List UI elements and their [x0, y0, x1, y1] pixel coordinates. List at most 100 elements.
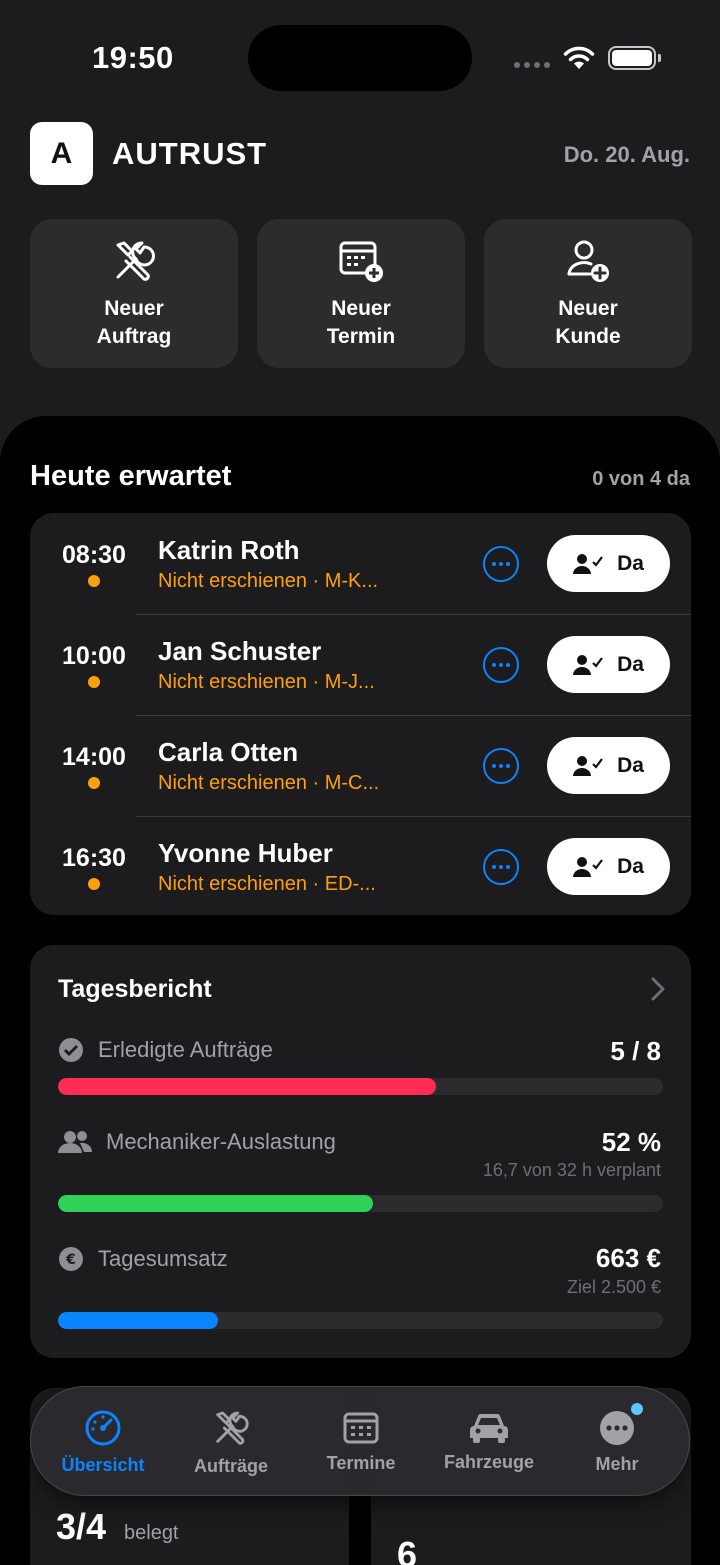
tab-label: Fahrzeuge — [443, 1451, 535, 1472]
checkin-label: Da — [617, 551, 644, 575]
tab-appointments[interactable]: Termine — [295, 1387, 427, 1497]
status-dot — [88, 575, 100, 587]
notification-badge — [631, 1403, 643, 1415]
app-title: AUTRUST — [112, 136, 268, 171]
today-count: 0 von 4 da — [592, 468, 690, 490]
tools-icon — [116, 241, 155, 281]
daily-report-card[interactable]: Tagesbericht Erledigte Aufträge 5 / 8 Me… — [30, 945, 691, 1358]
checkmark-circle-icon — [59, 1038, 83, 1062]
stat-value: 6 — [397, 1534, 418, 1565]
metric-value: 663 € — [595, 1243, 661, 1273]
list-item[interactable]: 10:00 Jan Schuster Nicht erschienen · M-… — [30, 614, 691, 715]
list-item[interactable]: 16:30 Yvonne Huber Nicht erschienen · ED… — [30, 816, 691, 915]
appointment-time: 16:30 — [62, 844, 126, 872]
person-check-icon — [573, 755, 603, 776]
tab-orders[interactable]: Aufträge — [165, 1387, 297, 1497]
checkin-button[interactable]: Da — [547, 636, 670, 693]
status-dot — [88, 878, 100, 890]
checkin-button[interactable]: Da — [547, 535, 670, 592]
metric-label: Mechaniker-Auslastung — [106, 1129, 336, 1154]
new-order-label: Neuer Auftrag — [96, 296, 172, 348]
metric-completed: Erledigte Aufträge — [58, 1037, 273, 1063]
appointment-status: Nicht erschienen · M-K... — [158, 570, 379, 592]
progress-bar — [58, 1312, 663, 1329]
status-dot — [88, 777, 100, 789]
appointment-status: Nicht erschienen · M-C... — [158, 772, 380, 794]
person-check-icon — [573, 856, 603, 877]
list-item[interactable]: 08:30 Katrin Roth Nicht erschienen · M-K… — [30, 513, 691, 614]
more-options-icon[interactable] — [483, 849, 519, 885]
more-options-icon[interactable] — [483, 546, 519, 582]
today-title: Heute erwartet — [30, 460, 232, 492]
app-logo: A — [30, 122, 93, 185]
tab-vehicles[interactable]: Fahrzeuge — [423, 1387, 555, 1497]
person-plus-icon — [567, 240, 609, 282]
tab-more[interactable]: Mehr — [551, 1387, 683, 1497]
appointment-time: 08:30 — [62, 541, 126, 569]
tab-label: Termine — [326, 1452, 396, 1473]
metric-label: Erledigte Aufträge — [98, 1037, 273, 1062]
checkin-label: Da — [617, 753, 644, 777]
checkin-button[interactable]: Da — [547, 737, 670, 794]
gauge-icon — [85, 1410, 121, 1445]
report-title: Tagesbericht — [58, 975, 212, 1003]
new-customer-label: Neuer Kunde — [555, 296, 621, 348]
person-check-icon — [573, 553, 603, 574]
appointment-time: 10:00 — [62, 642, 126, 670]
metric-revenue: € Tagesumsatz — [58, 1246, 228, 1272]
new-appointment-label: Neuer Termin — [326, 296, 396, 348]
tab-label: Aufträge — [193, 1455, 268, 1476]
checkin-label: Da — [617, 854, 644, 878]
wifi-icon — [563, 46, 595, 69]
new-order-button[interactable]: Neuer Auftrag — [30, 219, 238, 368]
more-options-icon[interactable] — [483, 748, 519, 784]
tools-icon — [216, 1411, 249, 1445]
metric-value: 52 % — [601, 1127, 661, 1157]
chevron-right-icon — [651, 977, 665, 1001]
tab-label: Übersicht — [61, 1454, 145, 1475]
progress-fill — [58, 1312, 219, 1329]
checkin-button[interactable]: Da — [547, 838, 670, 895]
appointments-list: 08:30 Katrin Roth Nicht erschienen · M-K… — [30, 513, 691, 915]
list-item[interactable]: 14:00 Carla Otten Nicht erschienen · M-C… — [30, 715, 691, 816]
progress-fill — [58, 1195, 373, 1212]
header-date: Do. 20. Aug. — [563, 142, 690, 167]
customer-name: Carla Otten — [158, 737, 299, 767]
calendar-plus-icon — [339, 241, 383, 282]
occupancy-label: belegt — [124, 1522, 179, 1544]
quick-actions: Neuer Auftrag Neuer Termin Neuer Kunde — [30, 219, 692, 368]
appointment-status: Nicht erschienen · M-J... — [158, 671, 375, 693]
new-customer-button[interactable]: Neuer Kunde — [484, 219, 692, 368]
signal-icon — [514, 62, 550, 68]
svg-text:€: € — [65, 1252, 76, 1268]
appointment-status: Nicht erschienen · ED-... — [158, 873, 376, 895]
metric-utilization: Mechaniker-Auslastung — [58, 1129, 336, 1155]
tab-label: Mehr — [595, 1453, 639, 1474]
customer-name: Yvonne Huber — [158, 838, 333, 868]
euro-circle-icon: € — [59, 1247, 83, 1271]
new-appointment-button[interactable]: Neuer Termin — [257, 219, 465, 368]
metric-label: Tagesumsatz — [98, 1246, 228, 1271]
progress-bar — [58, 1195, 663, 1212]
metric-value: 5 / 8 — [610, 1036, 661, 1066]
metric-subtext: 16,7 von 32 h verplant — [482, 1160, 661, 1180]
battery-icon — [608, 46, 661, 70]
ellipsis-circle-icon — [600, 1410, 634, 1445]
tab-bar: Übersicht Aufträge Termine Fahrzeuge Meh… — [30, 1386, 690, 1496]
status-bar: 19:50 — [0, 0, 720, 110]
metric-subtext: Ziel 2.500 € — [566, 1277, 661, 1297]
tab-overview[interactable]: Übersicht — [37, 1387, 169, 1497]
progress-fill — [58, 1078, 437, 1095]
person-check-icon — [573, 654, 603, 675]
customer-name: Jan Schuster — [158, 636, 322, 666]
dynamic-island — [248, 25, 472, 91]
status-time: 19:50 — [92, 40, 174, 75]
more-options-icon[interactable] — [483, 647, 519, 683]
appointment-time: 14:00 — [62, 743, 126, 771]
people-icon — [58, 1131, 92, 1153]
checkin-label: Da — [617, 652, 644, 676]
progress-bar — [58, 1078, 663, 1095]
occupancy-value: 3/4 — [56, 1506, 107, 1547]
car-icon — [470, 1413, 508, 1443]
status-dot — [88, 676, 100, 688]
